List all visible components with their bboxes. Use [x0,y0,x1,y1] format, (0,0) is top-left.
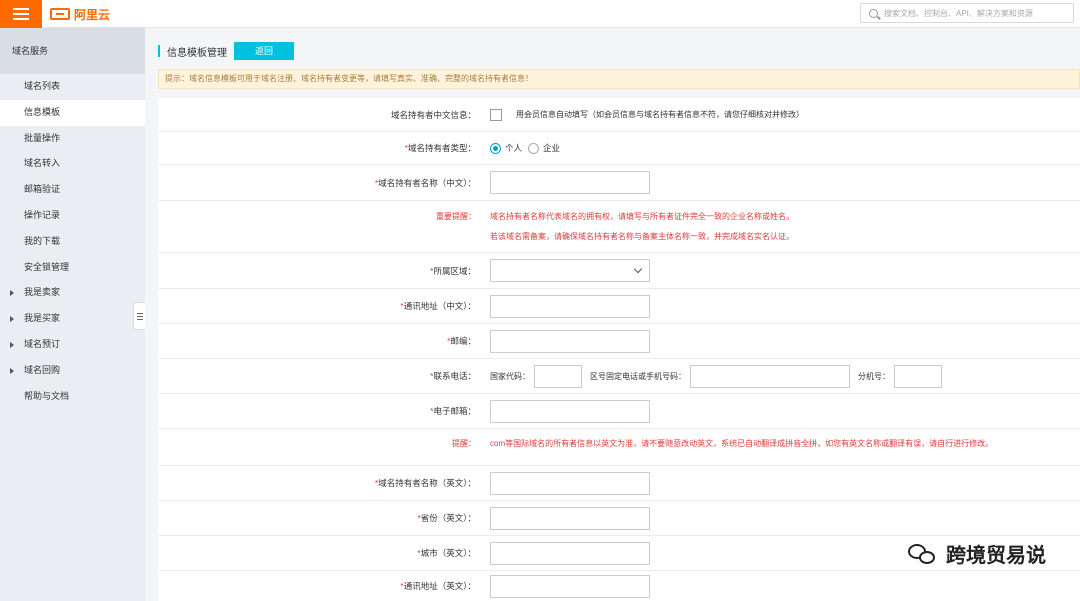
notice-line-1: 域名持有者名称代表域名的拥有权，请填写与所有者证件完全一致的企业名称或姓名。 [490,212,794,221]
form-row-phone: *联系电话： 国家代码： 区号固定电话或手机号码： 分机号： [158,359,1080,394]
sidebar-collapse-icon[interactable] [133,302,145,330]
postcode-label: 邮编： [450,336,476,346]
country-code-input[interactable] [534,364,582,388]
form-row-notice: 重要提醒： 域名持有者名称代表域名的拥有权，请填写与所有者证件完全一致的企业名称… [158,201,1080,253]
sidebar-item-downloads[interactable]: 我的下载 [0,229,145,255]
phone-number-input[interactable] [690,364,850,388]
main-content: 信息模板管理 返回 提示：域名信息模板可用于域名注册、域名持有者变更等，请填写真… [145,28,1080,601]
sidebar-item-domain-list[interactable]: 域名列表 [0,74,145,100]
sidebar-item-operation-log[interactable]: 操作记录 [0,203,145,229]
address-cn-input[interactable] [490,294,650,318]
menu-icon[interactable] [0,0,42,28]
reminder-text: com等国际域名的所有者信息以英文为准，请不要随意改动英文，系统已自动翻译成拼音… [490,439,994,448]
phone-label: 联系电话： [433,371,476,381]
tip-banner: 提示：域名信息模板可用于域名注册、域名持有者变更等，请填写真实、准确、完整的域名… [158,69,1080,89]
watermark-text: 跨境贸易说 [946,545,1046,567]
region-select[interactable] [490,259,650,282]
address-en-label: 通讯地址（英文）： [403,581,476,591]
auto-fill-label: 用会员信息自动填写（如会员信息与域名持有者信息不符，请您仔细核对并修改） [516,110,804,119]
form-row-owner-name-cn: *域名持有者名称（中文）： [158,165,1080,201]
radio-enterprise[interactable] [528,142,540,154]
template-form: 域名持有者中文信息： 用会员信息自动填写（如会员信息与域名持有者信息不符，请您仔… [158,98,1080,601]
form-row-owner-type: *域名持有者类型： 个人 企业 [158,132,1080,165]
sidebar-item-transfer-in[interactable]: 域名转入 [0,151,145,177]
sidebar-item-buyback[interactable]: 域名回购 [0,358,145,384]
form-row-postcode: *邮编： [158,324,1080,359]
form-row-reminder: 提醒： com等国际域名的所有者信息以英文为准，请不要随意改动英文，系统已自动翻… [158,429,1080,466]
owner-name-cn-label: 域名持有者名称（中文）： [378,177,476,188]
logo-text: 阿里云 [74,7,111,22]
postcode-input[interactable] [490,329,650,353]
sidebar: 域名服务 域名列表 信息模板 批量操作 域名转入 邮箱验证 操作记录 我的下载 … [0,28,145,601]
title-accent-bar [158,45,160,57]
area-phone-label: 区号固定电话或手机号码： [590,371,686,381]
auto-fill-checkbox[interactable] [490,108,502,121]
search-icon [869,8,878,18]
search-input[interactable]: 搜索文档、控制台、API、解决方案和资源 [860,3,1074,23]
radio-personal-label: 个人 [505,143,523,153]
city-en-input[interactable] [490,541,650,565]
sidebar-item-security-lock[interactable]: 安全锁管理 [0,255,145,281]
email-input[interactable] [490,399,650,423]
cn-info-label: 域名持有者中文信息： [390,109,476,120]
page-title: 信息模板管理 [167,47,227,59]
notice-label: 重要提醒： [436,212,476,221]
country-code-label: 国家代码： [490,371,530,381]
sidebar-item-help[interactable]: 帮助与文档 [0,384,145,410]
form-row-region: *所属区域： [158,253,1080,289]
owner-type-label: 域名持有者类型： [407,143,476,153]
sidebar-item-email-verify[interactable]: 邮箱验证 [0,177,145,203]
province-en-input[interactable] [490,506,650,530]
owner-name-en-input[interactable] [490,471,650,495]
region-label: 所属区域： [433,265,476,276]
aliyun-logo-icon [50,8,70,20]
sidebar-item-batch[interactable]: 批量操作 [0,126,145,152]
form-row-address-en: *通讯地址（英文）： [158,571,1080,601]
ext-label: 分机号： [858,371,890,381]
email-label: 电子邮箱： [433,406,476,416]
notice-line-2: 若该域名需备案，请确保域名持有者名称与备案主体名称一致，并完成域名实名认证。 [490,232,794,241]
form-row-address-cn: *通讯地址（中文）： [158,289,1080,324]
radio-enterprise-label: 企业 [543,143,561,153]
form-row-cn-info: 域名持有者中文信息： 用会员信息自动填写（如会员信息与域名持有者信息不符，请您仔… [158,98,1080,132]
owner-name-cn-input[interactable] [490,171,650,194]
page-header: 信息模板管理 返回 [158,42,294,60]
chevron-down-icon [633,264,643,274]
aliyun-logo[interactable]: 阿里云 [50,5,110,23]
reminder-label: 提醒： [452,439,476,448]
sidebar-item-info-template[interactable]: 信息模板 [0,99,145,126]
sidebar-title: 域名服务 [0,28,145,74]
form-row-email: *电子邮箱： [158,394,1080,429]
search-placeholder: 搜索文档、控制台、API、解决方案和资源 [884,8,1033,18]
top-bar: 阿里云 搜索文档、控制台、API、解决方案和资源 [0,0,1080,28]
owner-name-en-label: 域名持有者名称（英文）： [378,478,476,488]
form-row-province-en: *省份（英文）： [158,501,1080,536]
sidebar-item-reservation[interactable]: 域名预订 [0,332,145,358]
sidebar-item-buyer[interactable]: 我是买家 [0,306,145,332]
wechat-watermark: 跨境贸易说 [908,539,1046,568]
radio-personal[interactable] [490,142,501,154]
wechat-icon [908,542,938,566]
form-row-owner-name-en: *域名持有者名称（英文）： [158,466,1080,501]
address-cn-label: 通讯地址（中文）： [403,301,476,311]
ext-input[interactable] [894,364,942,388]
back-button[interactable]: 返回 [234,42,294,60]
city-en-label: 城市（英文）： [420,548,476,558]
address-en-input[interactable] [490,574,650,598]
province-en-label: 省份（英文）： [420,513,476,523]
sidebar-item-seller[interactable]: 我是卖家 [0,280,145,306]
